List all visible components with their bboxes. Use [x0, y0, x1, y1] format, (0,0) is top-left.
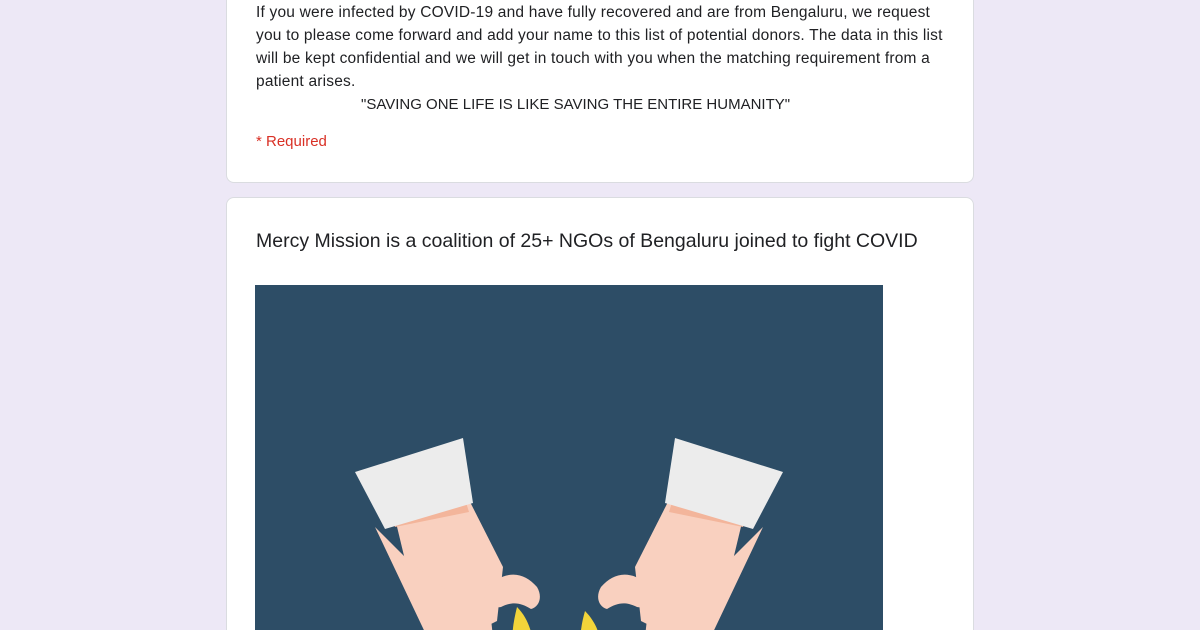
required-label: * Required: [256, 133, 327, 150]
form-page: If you were infected by COVID-19 and hav…: [0, 0, 1200, 630]
form-header-card: If you were infected by COVID-19 and hav…: [226, 0, 974, 183]
section-title: Mercy Mission is a coalition of 25+ NGOs…: [256, 230, 918, 252]
form-quote: "SAVING ONE LIFE IS LIKE SAVING THE ENTI…: [361, 96, 791, 113]
hands-illustration-image: [255, 285, 883, 630]
form-description: If you were infected by COVID-19 and hav…: [256, 1, 946, 93]
form-description-text: If you were infected by COVID-19 and hav…: [256, 4, 943, 90]
hands-holding-drop-icon: [255, 285, 883, 630]
section-card: Mercy Mission is a coalition of 25+ NGOs…: [226, 197, 974, 630]
